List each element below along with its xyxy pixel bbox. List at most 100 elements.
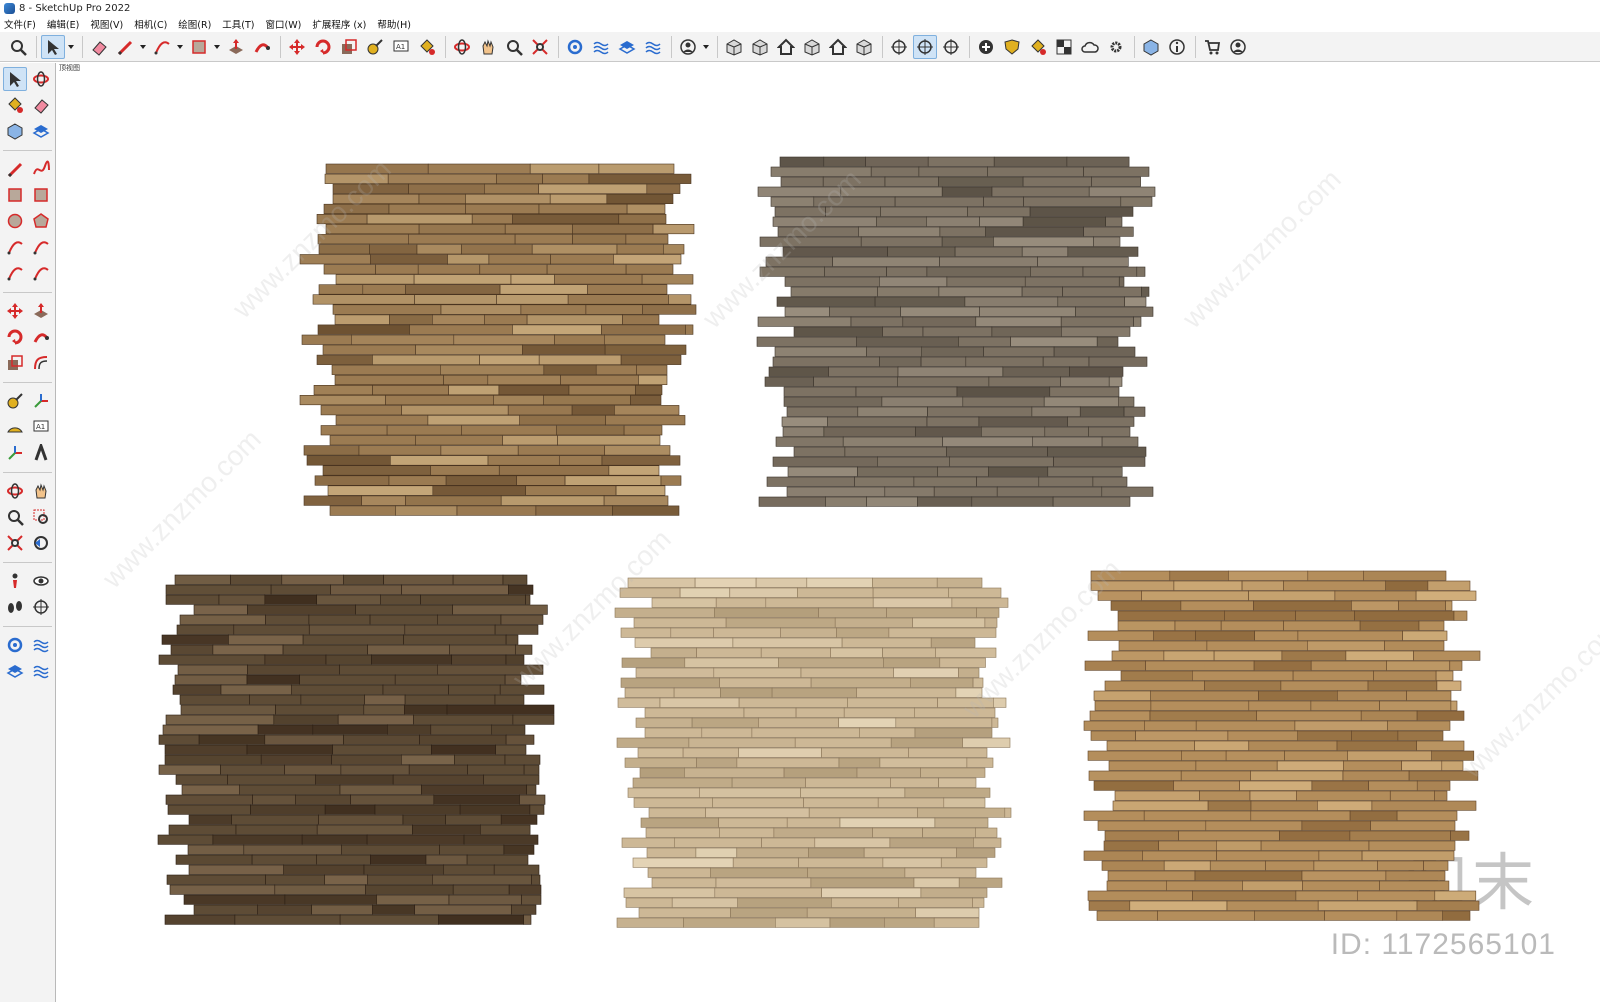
follow-me-icon[interactable] [29,325,53,349]
dropdown-arrow-icon[interactable] [139,35,147,59]
dropdown-arrow-icon[interactable] [702,35,710,59]
freehand-icon[interactable] [29,157,53,181]
look-around-icon[interactable] [29,569,53,593]
eraser-icon[interactable] [29,93,53,117]
orbit-icon[interactable] [3,479,27,503]
paint-bucket-icon[interactable] [415,35,439,59]
home-icon[interactable] [774,35,798,59]
orbit-icon[interactable] [450,35,474,59]
offset-icon[interactable] [29,351,53,375]
position-camera-icon[interactable] [3,569,27,593]
warehouse-icon[interactable] [563,35,587,59]
dropdown-arrow-icon[interactable] [213,35,221,59]
top-view-icon[interactable] [800,35,824,59]
menu-item-4[interactable]: 绘图(R) [178,17,211,31]
wood-floor-5[interactable] [1083,570,1481,921]
zoom-window-icon[interactable] [29,505,53,529]
zoom-extents-icon[interactable] [3,531,27,555]
menu-item-0[interactable]: 文件(F) [4,17,36,31]
section-fill-icon[interactable] [913,34,937,59]
rotate-icon[interactable] [311,35,335,59]
sandbox-smoove-icon[interactable] [29,659,53,683]
menu-item-7[interactable]: 扩展程序 (x) [312,17,366,31]
two-point-arc-icon[interactable] [29,235,53,259]
pan-icon[interactable] [476,35,500,59]
shield-icon[interactable] [1000,35,1024,59]
account-icon[interactable] [676,35,700,59]
info-icon[interactable] [1165,35,1189,59]
scale-icon[interactable] [337,35,361,59]
sandbox-icon[interactable] [29,633,53,657]
select-icon[interactable] [3,67,27,91]
checker-icon[interactable] [1052,35,1076,59]
menu-item-6[interactable]: 窗口(W) [266,17,302,31]
paint-bucket-icon[interactable] [3,93,27,117]
drawing-viewport[interactable]: 顶视图 知末 ID: 1172565101 www.znzmo.com www.z… [57,63,1600,1002]
pan-icon[interactable] [29,479,53,503]
rectangle-icon[interactable] [3,183,27,207]
add-location-icon[interactable] [974,35,998,59]
dropdown-arrow-icon[interactable] [67,35,75,59]
layers-icon[interactable] [3,659,27,683]
axes-3d-icon[interactable] [3,441,27,465]
select-icon[interactable] [41,34,65,59]
dropdown-arrow-icon[interactable] [176,35,184,59]
three-point-arc-icon[interactable] [29,261,53,285]
orbit-icon[interactable] [29,67,53,91]
circle-icon[interactable] [3,209,27,233]
zoom-icon[interactable] [3,505,27,529]
pie-icon[interactable] [3,261,27,285]
menu-item-2[interactable]: 视图(V) [90,17,123,31]
polygon-icon[interactable] [29,209,53,233]
menu-item-8[interactable]: 帮助(H) [377,17,411,31]
move-icon[interactable] [285,35,309,59]
scale-icon[interactable] [3,351,27,375]
rotate-icon[interactable] [3,325,27,349]
sandbox-from-contours-icon[interactable] [641,35,665,59]
menu-item-5[interactable]: 工具(T) [222,17,254,31]
text-icon[interactable]: A1 [389,35,413,59]
cloud-icon[interactable] [1078,35,1102,59]
pencil-icon[interactable] [113,35,137,59]
follow-me-icon[interactable] [250,35,274,59]
wood-floor-3[interactable] [157,574,555,925]
iso-view-icon[interactable] [722,35,746,59]
layers-icon[interactable] [615,35,639,59]
component-icon[interactable] [3,119,27,143]
zoom-icon[interactable] [502,35,526,59]
3d-text-icon[interactable] [29,441,53,465]
text-icon[interactable]: A1 [29,415,53,439]
arc-icon[interactable] [3,235,27,259]
eraser-icon[interactable] [87,35,111,59]
back-view-icon[interactable] [852,35,876,59]
tape-measure-icon[interactable] [3,389,27,413]
materials-icon[interactable] [1026,35,1050,59]
section-plane-icon[interactable] [29,595,53,619]
walk-icon[interactable] [3,595,27,619]
shop-icon[interactable] [1200,35,1224,59]
rotated-rectangle-icon[interactable] [29,183,53,207]
display-section-icon[interactable] [939,35,963,59]
tag-icon[interactable] [29,119,53,143]
line-icon[interactable] [3,157,27,181]
arc-icon[interactable] [150,35,174,59]
axes-icon[interactable] [29,389,53,413]
zoom-extents-icon[interactable] [528,35,552,59]
wood-floor-1[interactable] [298,163,697,516]
front-view-icon[interactable] [748,35,772,59]
wood-floor-4[interactable] [614,577,1013,928]
wood-floor-2[interactable] [756,156,1156,507]
push-pull-icon[interactable] [224,35,248,59]
previous-view-icon[interactable] [29,531,53,555]
profile-icon[interactable] [1226,35,1250,59]
sandbox-icon[interactable] [589,35,613,59]
menu-item-1[interactable]: 编辑(E) [47,17,79,31]
search-icon[interactable] [6,35,30,59]
scene-tab[interactable]: 顶视图 [59,63,80,73]
protractor-icon[interactable] [3,415,27,439]
extension-manager-icon[interactable] [1104,35,1128,59]
warehouse-icon[interactable] [3,633,27,657]
tape-measure-icon[interactable] [363,35,387,59]
menu-item-3[interactable]: 相机(C) [134,17,167,31]
rectangle-icon[interactable] [187,35,211,59]
